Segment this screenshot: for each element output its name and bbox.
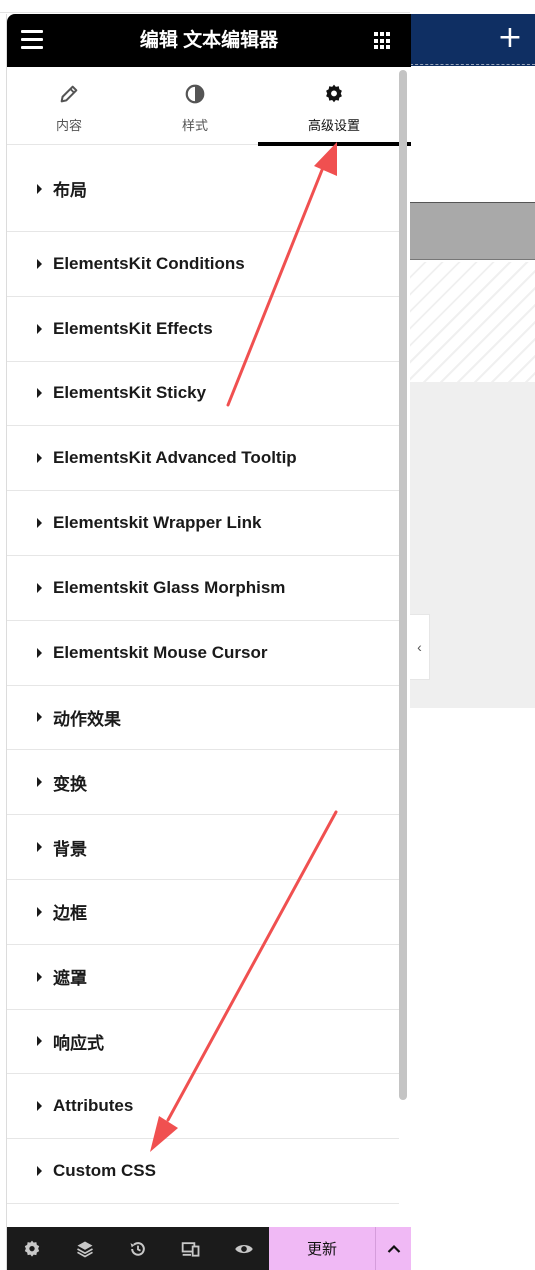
section-label: 响应式 (53, 1033, 104, 1053)
caret-right-icon (37, 582, 42, 593)
caret-right-icon (37, 647, 42, 658)
save-options-button[interactable] (375, 1227, 411, 1270)
section-toggle[interactable]: 遮罩 (7, 945, 399, 1010)
section-label: ElementsKit Effects (53, 318, 213, 338)
section-toggle[interactable]: ElementsKit Conditions (7, 232, 399, 297)
tab-style[interactable]: 样式 (133, 67, 257, 145)
panel-title: 编辑 文本编辑器 (139, 30, 279, 51)
section-label: 布局 (53, 181, 87, 200)
caret-right-icon (37, 453, 42, 464)
section-label: 边框 (53, 904, 87, 924)
widgets-grid-icon[interactable] (374, 32, 392, 50)
section-label: Attributes (53, 1096, 134, 1116)
preview-eye-icon[interactable] (234, 1239, 254, 1259)
section-toggle[interactable]: Elementskit Glass Morphism (7, 556, 399, 621)
section-toggle[interactable]: ElementsKit Effects (7, 297, 399, 362)
tab-content[interactable]: 内容 (7, 67, 131, 145)
caret-right-icon (37, 777, 42, 788)
section-label: ElementsKit Advanced Tooltip (53, 448, 297, 468)
tab-label: 内容 (55, 118, 82, 133)
editor-panel: 编辑 文本编辑器 内容 样式 高级设置 布局 ElementsKit Condi… (6, 14, 411, 1270)
screen: + ‹ 编辑 文本编辑器 内容 样式 高级设置 布局 ElementsKit C… (0, 0, 535, 1270)
tab-advanced[interactable]: 高级设置 (272, 67, 396, 145)
tab-label: 样式 (181, 118, 208, 133)
section-label: 遮罩 (53, 969, 87, 989)
chevron-up-icon (387, 1244, 400, 1253)
section-label: 背景 (53, 839, 87, 859)
panel-header: 编辑 文本编辑器 (7, 14, 411, 67)
gear-icon (326, 84, 342, 103)
section-toggle[interactable]: 边框 (7, 880, 399, 945)
section-toggle[interactable]: 动作效果 (7, 686, 399, 751)
section-label: 动作效果 (53, 709, 121, 729)
section-toggle[interactable]: Elementskit Mouse Cursor (7, 621, 399, 686)
section-toggle[interactable]: ElementsKit Advanced Tooltip (7, 426, 399, 492)
chevron-left-icon: ‹ (417, 639, 422, 655)
caret-right-icon (37, 258, 42, 269)
scrollbar[interactable] (399, 70, 407, 1100)
section-label: Elementskit Mouse Cursor (53, 642, 268, 662)
section-toggle[interactable]: 变换 (7, 750, 399, 816)
section-label: 变换 (53, 774, 87, 794)
caret-right-icon (37, 906, 42, 917)
section-toggle[interactable]: 背景 (7, 815, 399, 880)
caret-right-icon (37, 1036, 42, 1047)
section-list: 布局 ElementsKit Conditions ElementsKit Effe… (7, 146, 399, 1204)
history-icon[interactable] (128, 1239, 148, 1259)
caret-right-icon (37, 1101, 42, 1112)
section-toggle[interactable]: 响应式 (7, 1010, 399, 1075)
responsive-icon[interactable] (181, 1239, 201, 1259)
add-section-icon[interactable]: + (490, 18, 530, 58)
caret-right-icon (37, 712, 42, 723)
contrast-icon (185, 84, 205, 104)
layers-icon[interactable] (75, 1239, 95, 1259)
pencil-icon (60, 85, 78, 103)
section-toggle[interactable]: Elementskit Wrapper Link (7, 491, 399, 556)
collapse-panel-button[interactable]: ‹ (410, 614, 430, 680)
panel-footer: 更新 (7, 1227, 411, 1270)
update-button[interactable]: 更新 (269, 1227, 375, 1270)
settings-icon[interactable] (22, 1239, 42, 1259)
caret-right-icon (37, 1166, 42, 1177)
caret-right-icon (37, 971, 42, 982)
section-toggle[interactable]: ElementsKit Sticky (7, 362, 399, 427)
section-toggle[interactable]: Custom CSS (7, 1139, 399, 1204)
section-toggle[interactable]: 布局 (7, 146, 399, 232)
canvas-dashed-divider (410, 64, 535, 65)
section-toggle[interactable]: Attributes (7, 1074, 399, 1140)
section-label: Custom CSS (53, 1161, 156, 1181)
caret-right-icon (37, 183, 42, 194)
canvas-hatched-area (410, 262, 535, 382)
section-label: Elementskit Glass Morphism (53, 577, 286, 597)
caret-right-icon (37, 842, 42, 853)
section-label: Elementskit Wrapper Link (53, 513, 262, 533)
tab-label: 高级设置 (307, 118, 360, 133)
caret-right-icon (37, 388, 42, 399)
caret-right-icon (37, 518, 42, 529)
section-label: ElementsKit Sticky (53, 383, 207, 403)
panel-tabs: 内容 样式 高级设置 (7, 67, 411, 146)
section-label: ElementsKit Conditions (53, 253, 245, 273)
caret-right-icon (37, 323, 42, 334)
canvas-grey-block (410, 202, 535, 260)
